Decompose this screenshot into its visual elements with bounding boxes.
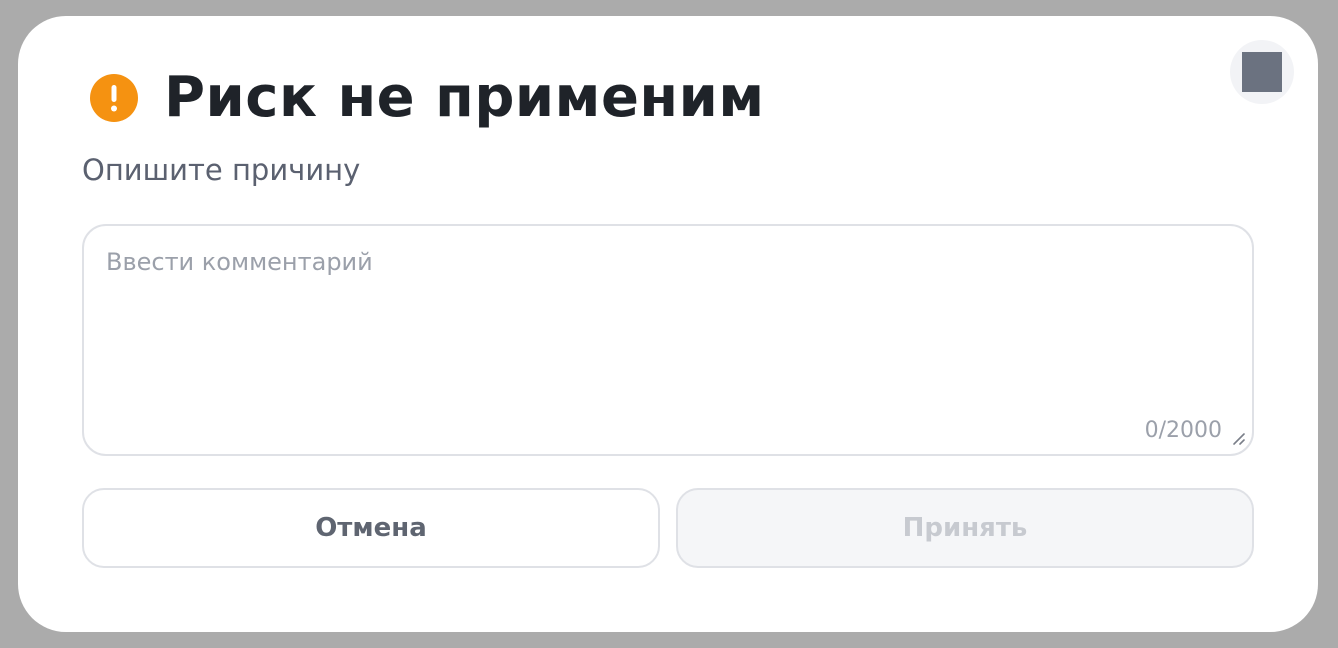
dialog-header: Риск не применим bbox=[90, 62, 765, 134]
close-icon bbox=[1242, 52, 1282, 92]
warning-icon bbox=[90, 74, 138, 122]
comment-field: 0/2000 bbox=[82, 224, 1254, 456]
comment-input[interactable] bbox=[106, 248, 1226, 408]
risk-not-applicable-dialog: Риск не применим Опишите причину 0/2000 … bbox=[18, 16, 1318, 632]
dialog-subtitle: Опишите причину bbox=[82, 153, 361, 187]
cancel-button[interactable]: Отмена bbox=[82, 488, 660, 568]
close-button[interactable] bbox=[1230, 40, 1294, 104]
char-counter: 0/2000 bbox=[1144, 418, 1222, 443]
accept-button[interactable]: Принять bbox=[676, 488, 1254, 568]
dialog-title: Риск не применим bbox=[164, 65, 765, 130]
resize-handle-icon[interactable] bbox=[1230, 430, 1246, 446]
